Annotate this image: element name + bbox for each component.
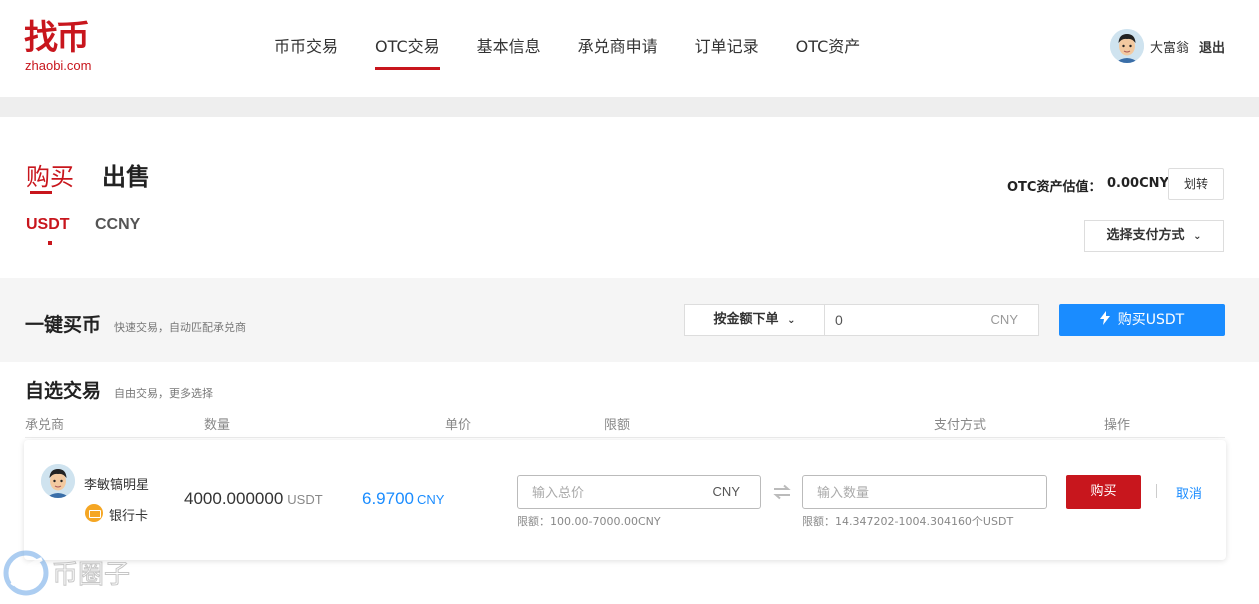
total-price-limit: 限额：100.00-7000.00CNY bbox=[517, 515, 661, 528]
quantity-limit: 限额：14.347202-1004.304160个USDT bbox=[802, 515, 1014, 528]
nav-merchant-apply[interactable]: 承兑商申请 bbox=[578, 0, 658, 97]
merchant-avatar bbox=[41, 464, 75, 498]
asset-value: 0.00CNY bbox=[1107, 176, 1169, 191]
nav-otc-assets[interactable]: OTC资产 bbox=[796, 0, 861, 97]
user-avatar[interactable] bbox=[1109, 29, 1144, 63]
column-divider bbox=[25, 437, 1225, 438]
logout-link[interactable]: 退出 bbox=[1199, 37, 1225, 56]
tab-buy-indicator bbox=[30, 191, 52, 194]
bank-card-icon bbox=[85, 504, 103, 522]
quantity-field bbox=[802, 475, 1047, 509]
amount-unit: CNY bbox=[990, 312, 1018, 327]
header-divider-band bbox=[0, 97, 1259, 117]
column-header-payment: 支付方式 bbox=[934, 418, 987, 433]
order-mode-select[interactable]: 按金额下单 ⌄ bbox=[684, 304, 825, 336]
order-quantity: 4000.000000 USDT bbox=[184, 489, 323, 509]
user-name: 大富翁 bbox=[1149, 40, 1189, 56]
nav-basic-info[interactable]: 基本信息 bbox=[477, 0, 541, 97]
column-header-merchant: 承兑商 bbox=[25, 418, 65, 433]
logo-mark: 找币 bbox=[24, 18, 90, 58]
total-price-field: CNY bbox=[517, 475, 761, 509]
column-header-price: 单价 bbox=[445, 418, 472, 433]
coin-tab-indicator bbox=[48, 241, 52, 245]
logo-url: zhaobi.com bbox=[25, 58, 92, 73]
swap-arrows-icon[interactable] bbox=[772, 484, 792, 500]
coin-tab-usdt[interactable]: USDT bbox=[26, 216, 70, 234]
self-select-subtitle: 自由交易，更多选择 bbox=[114, 387, 213, 400]
quantity-input[interactable] bbox=[817, 476, 1037, 508]
price-unit: CNY bbox=[417, 492, 445, 507]
nav-otc-trade[interactable]: OTC交易 bbox=[375, 0, 440, 97]
user-area: 大富翁 退出 bbox=[1109, 29, 1225, 63]
payment-method-select[interactable]: 选择支付方式 ⌄ bbox=[1084, 220, 1224, 252]
merchant-name: 李敏镐明星 bbox=[84, 478, 150, 493]
tab-sell[interactable]: 出售 bbox=[102, 157, 150, 192]
tab-buy[interactable]: 购买 bbox=[26, 157, 74, 192]
zhaobi-logo[interactable]: 找币 zhaobi.com bbox=[24, 18, 114, 76]
quantity-unit: USDT bbox=[287, 492, 323, 507]
nav-order-records[interactable]: 订单记录 bbox=[695, 0, 759, 97]
buy-button[interactable]: 购买 bbox=[1066, 475, 1141, 509]
main-nav: 币币交易 OTC交易 基本信息 承兑商申请 订单记录 OTC资产 bbox=[274, 0, 897, 97]
table-row: 李敏镐明星 银行卡 4000.000000USDT 6.9700CNY CNY … bbox=[24, 440, 1226, 560]
payment-method-label: 银行卡 bbox=[109, 509, 149, 524]
amount-input[interactable] bbox=[835, 305, 975, 335]
column-header-limit: 限额 bbox=[604, 418, 631, 433]
buy-usdt-button[interactable]: 购买USDT bbox=[1059, 304, 1225, 336]
payment-method-label: 选择支付方式 bbox=[1106, 228, 1185, 243]
asset-label: OTC资产估值： bbox=[1007, 180, 1102, 195]
total-price-unit: CNY bbox=[712, 484, 740, 499]
quick-buy-subtitle: 快速交易，自动匹配承兑商 bbox=[114, 321, 246, 334]
column-header-quantity: 数量 bbox=[204, 418, 231, 433]
transfer-button[interactable]: 划转 bbox=[1168, 168, 1224, 200]
total-price-input[interactable] bbox=[532, 476, 692, 508]
action-divider bbox=[1156, 484, 1157, 498]
amount-field: CNY bbox=[824, 304, 1039, 336]
quick-buy-title: 一键买币 bbox=[25, 314, 102, 336]
watermark-text: 币圈子 bbox=[52, 560, 130, 590]
watermark-logo: 币圈子 bbox=[2, 545, 152, 600]
nav-coin-trade[interactable]: 币币交易 bbox=[274, 0, 338, 97]
price-value: 6.9700 bbox=[362, 489, 414, 508]
order-price: 6.9700 CNY bbox=[362, 489, 444, 509]
top-header: 找币 zhaobi.com 币币交易 OTC交易 基本信息 承兑商申请 订单记录… bbox=[0, 0, 1259, 97]
column-header-action: 操作 bbox=[1104, 418, 1131, 433]
chevron-down-icon: ⌄ bbox=[787, 315, 796, 326]
chevron-down-icon: ⌄ bbox=[1193, 231, 1202, 242]
order-mode-label: 按金额下单 bbox=[713, 312, 779, 327]
coin-tab-ccny[interactable]: CCNY bbox=[95, 216, 140, 234]
lightning-icon bbox=[1099, 304, 1110, 336]
buy-usdt-label: 购买USDT bbox=[1117, 312, 1185, 328]
cancel-link[interactable]: 取消 bbox=[1176, 483, 1202, 502]
self-select-title: 自选交易 bbox=[25, 380, 102, 402]
quantity-value: 4000.000000 bbox=[184, 489, 284, 508]
